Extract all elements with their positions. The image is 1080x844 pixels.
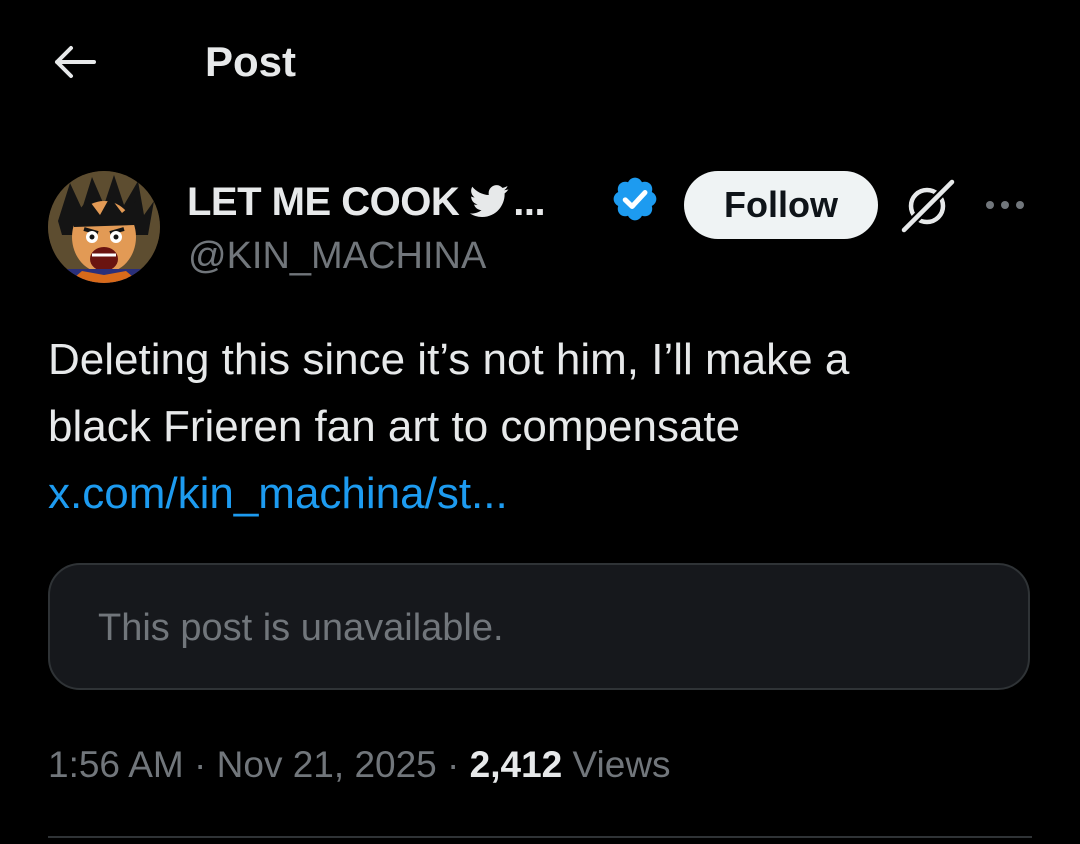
follow-button[interactable]: Follow bbox=[684, 171, 878, 239]
post-body: Deleting this since it’s not him, I’ll m… bbox=[48, 326, 1038, 527]
grok-icon[interactable] bbox=[900, 176, 956, 234]
post-text-line: Deleting this since it’s not him, I’ll m… bbox=[48, 335, 850, 384]
back-button[interactable] bbox=[46, 38, 102, 86]
name-ellipsis: ... bbox=[513, 180, 546, 224]
more-horizontal-icon[interactable] bbox=[982, 188, 1028, 222]
views-label: Views bbox=[572, 744, 671, 785]
bird-icon bbox=[470, 185, 509, 217]
author-handle[interactable]: @KIN_MACHINA bbox=[188, 233, 486, 279]
unavailable-notice: This post is unavailable. bbox=[98, 607, 504, 649]
quoted-post-card[interactable]: This post is unavailable. bbox=[48, 563, 1030, 690]
post-author: LET ME COOK ... @KIN_MACHINA Follow bbox=[0, 168, 1080, 286]
post-time[interactable]: 1:56 AM bbox=[48, 744, 184, 785]
page-title: Post bbox=[205, 38, 297, 85]
post-date[interactable]: Nov 21, 2025 bbox=[217, 744, 437, 785]
post-link[interactable]: x.com/kin_machina/st... bbox=[48, 460, 1038, 527]
divider bbox=[48, 836, 1032, 838]
meta-separator: · bbox=[447, 744, 460, 785]
display-name-text: LET ME COOK bbox=[187, 180, 460, 224]
author-display-name[interactable]: LET ME COOK ... bbox=[187, 177, 546, 227]
verified-badge-icon bbox=[613, 177, 657, 221]
avatar[interactable] bbox=[48, 171, 160, 283]
views-count: 2,412 bbox=[469, 744, 563, 785]
top-bar: Post bbox=[0, 0, 1080, 124]
arrow-left-icon bbox=[55, 46, 96, 78]
post-text-line: black Frieren fan art to compensate bbox=[48, 402, 741, 451]
meta-separator: · bbox=[194, 744, 207, 785]
avatar-image bbox=[48, 171, 160, 283]
post-metadata: 1:56 AM · Nov 21, 2025 · 2,412 Views bbox=[48, 742, 671, 788]
